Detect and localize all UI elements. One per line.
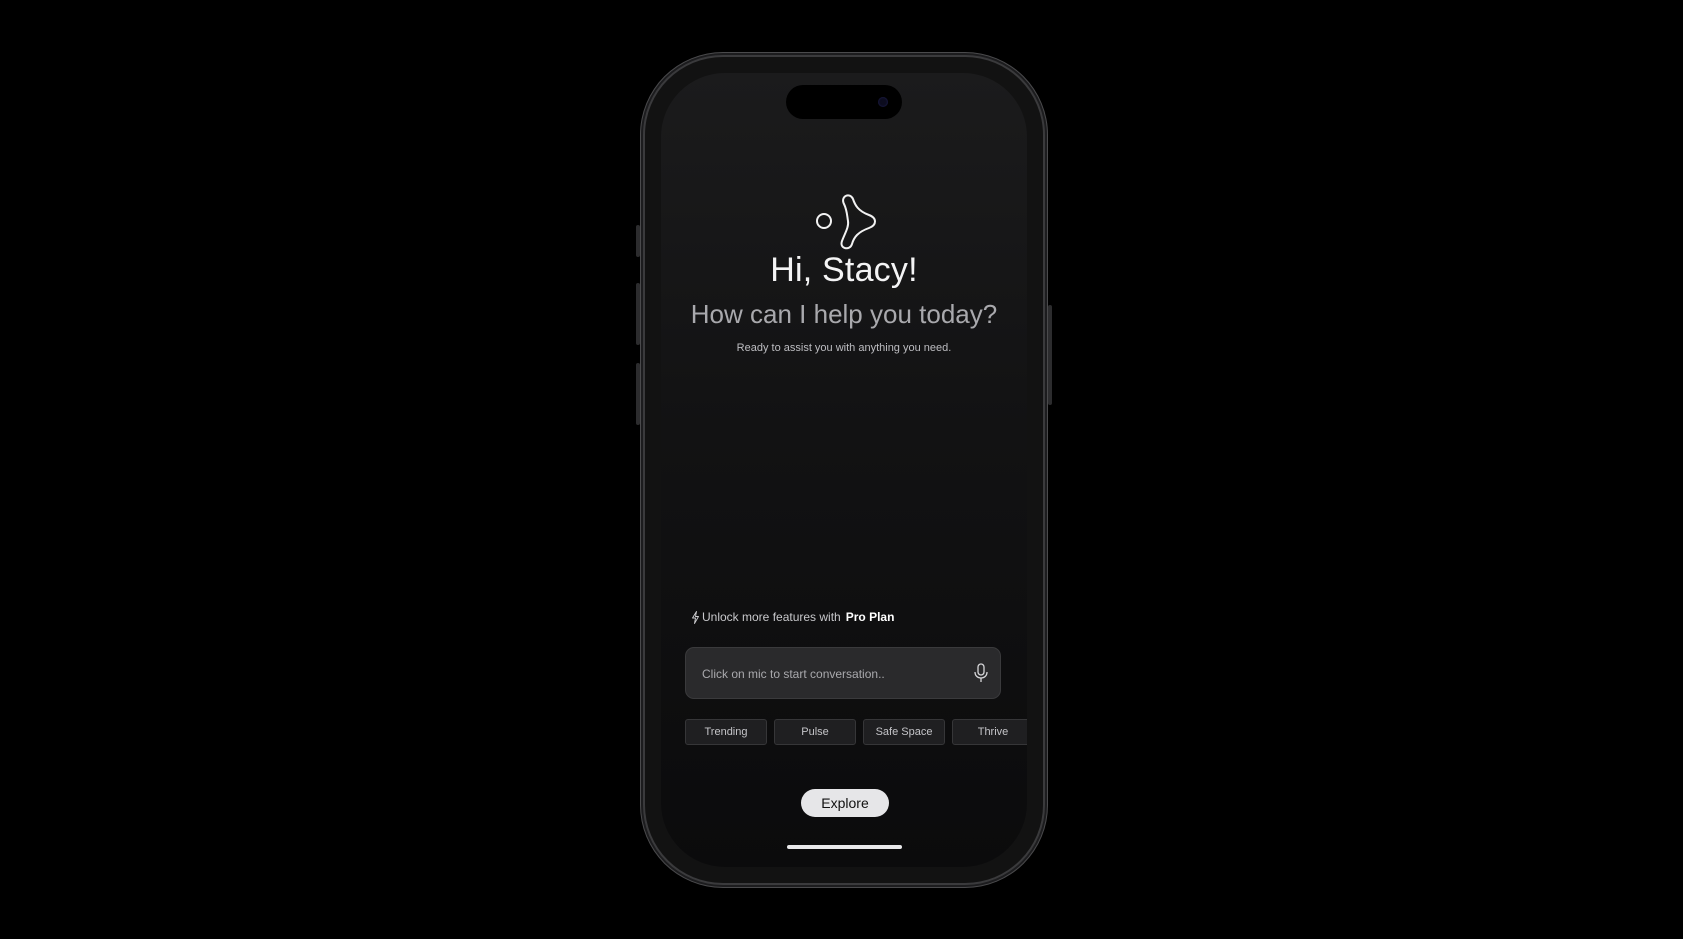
dynamic-island — [786, 85, 902, 119]
promo-text: Unlock more features with — [702, 610, 841, 624]
help-subtitle: How can I help you today? — [690, 299, 998, 329]
chip-safe-space[interactable]: Safe Space — [863, 719, 945, 745]
home-indicator — [787, 845, 902, 849]
chip-trending[interactable]: Trending — [685, 719, 767, 745]
greeting-title: Hi, Stacy! — [770, 251, 918, 289]
lightning-bolt-icon — [692, 610, 699, 624]
phone-screen: Hi, Stacy! How can I help you today? Rea… — [661, 73, 1027, 867]
conversation-composer[interactable] — [685, 647, 1001, 700]
suggestion-chips: Trending Pulse Safe Space Thrive — [685, 719, 1027, 745]
action-button — [636, 225, 640, 257]
camera-icon — [878, 97, 888, 107]
tagline: Ready to assist you with anything you ne… — [736, 342, 952, 354]
pro-plan-link[interactable]: Pro Plan — [846, 610, 895, 624]
explore-button[interactable]: Explore — [801, 789, 889, 817]
volume-up-button — [636, 283, 640, 345]
molecule-logo-icon — [816, 194, 876, 250]
conversation-input[interactable] — [700, 648, 964, 700]
power-button — [1048, 305, 1052, 405]
microphone-icon[interactable] — [972, 663, 990, 683]
stage: Hi, Stacy! How can I help you today? Rea… — [0, 0, 1683, 939]
chip-pulse[interactable]: Pulse — [774, 719, 856, 745]
pro-plan-promo[interactable]: Unlock more features with Pro Plan — [691, 610, 894, 624]
chip-thrive[interactable]: Thrive — [952, 719, 1027, 745]
volume-down-button — [636, 363, 640, 425]
phone-frame: Hi, Stacy! How can I help you today? Rea… — [636, 57, 1052, 883]
